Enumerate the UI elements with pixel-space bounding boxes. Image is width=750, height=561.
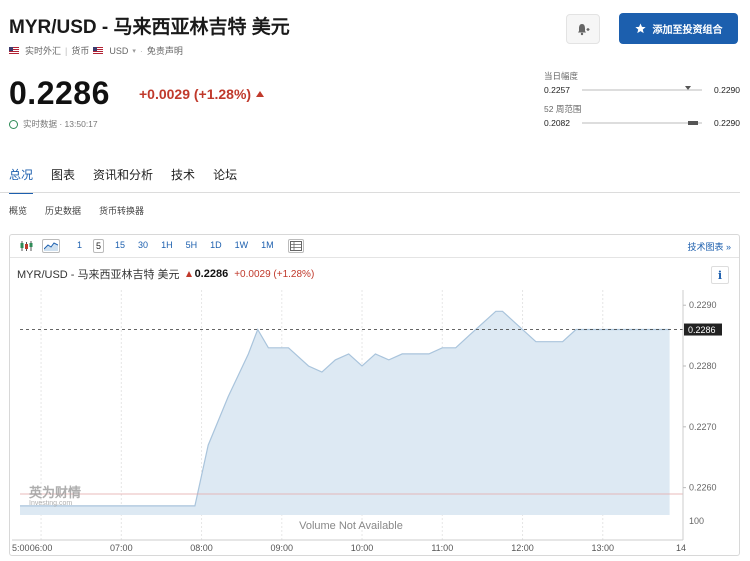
area-chart-icon[interactable] bbox=[42, 239, 60, 253]
us-flag-icon bbox=[93, 47, 104, 54]
chart-symbol: MYR/USD - 马来西亚林吉特 美元 bbox=[17, 269, 180, 281]
realtime-status: 实时数据 · 13:50:17 bbox=[9, 118, 98, 130]
y-tick-label: 0.2260 bbox=[689, 483, 717, 493]
interval-selector: 1 5 15 30 1H 5H 1D 1W 1M bbox=[66, 239, 276, 253]
interval-1w[interactable]: 1W bbox=[233, 239, 251, 253]
x-tick-label: 09:00 bbox=[271, 543, 294, 553]
x-tick-label: 12:00 bbox=[511, 543, 534, 553]
day-range-marker bbox=[684, 86, 691, 90]
day-range-label: 当日幅度 bbox=[544, 71, 579, 81]
chart-price: 0.2286 bbox=[194, 268, 229, 280]
main-tabs: 总况 图表 资讯和分析 技术 论坛 bbox=[9, 166, 237, 194]
x-tick-label: 14 bbox=[676, 543, 686, 553]
week52-range: 52 周范围 0.2082 0.2290 bbox=[544, 103, 740, 128]
subtab-overview[interactable]: 概览 bbox=[9, 204, 27, 217]
interval-1[interactable]: 1 bbox=[75, 239, 84, 253]
star-icon bbox=[634, 23, 646, 34]
advanced-chart-link[interactable]: 技术图表 » bbox=[687, 240, 731, 253]
interval-5[interactable]: 5 bbox=[93, 239, 105, 253]
price-chart[interactable]: 英为财情Investing.com 0.2290 0.2280 0.2270 0.22… bbox=[10, 282, 739, 556]
day-range: 当日幅度 0.2257 0.2290 bbox=[544, 70, 740, 95]
chart-change: +0.0029 (+1.28%) bbox=[234, 268, 315, 280]
alert-button[interactable] bbox=[566, 14, 600, 44]
x-tick-label: 5:00 bbox=[12, 543, 30, 553]
x-tick-label: 13:00 bbox=[591, 543, 614, 553]
tab-news-analysis[interactable]: 资讯和分析 bbox=[93, 166, 153, 194]
week52-range-track bbox=[582, 121, 702, 125]
x-tick-label: 11:00 bbox=[431, 543, 453, 553]
y-tick-label: 0.2280 bbox=[689, 361, 717, 371]
separator: | bbox=[65, 45, 68, 56]
interval-15[interactable]: 15 bbox=[113, 239, 127, 253]
interval-5h[interactable]: 5H bbox=[184, 239, 200, 253]
tab-chart[interactable]: 图表 bbox=[51, 166, 75, 194]
us-flag-icon bbox=[9, 47, 19, 54]
y-tick-label: 0.2290 bbox=[689, 300, 717, 310]
tab-forum[interactable]: 论坛 bbox=[213, 166, 237, 194]
week52-range-label: 52 周范围 bbox=[544, 104, 582, 114]
chevron-down-icon[interactable]: ▾ bbox=[132, 47, 136, 55]
x-tick-label: 08:00 bbox=[190, 543, 213, 553]
add-to-portfolio-button[interactable]: 添加至投资组合 bbox=[619, 13, 738, 44]
tab-technical[interactable]: 技术 bbox=[171, 166, 195, 194]
last-price: 0.2286 bbox=[9, 75, 110, 111]
table-view-icon[interactable] bbox=[287, 239, 304, 253]
disclaimer-link[interactable]: 免责声明 bbox=[147, 44, 183, 57]
watermark-logo-en: Investing.com bbox=[29, 500, 72, 507]
chart-quote-header: MYR/USD - 马来西亚林吉特 美元 0.2286 +0.0029 (+1.… bbox=[17, 266, 314, 282]
price-change: +0.0029 (+1.28%) bbox=[139, 86, 265, 102]
interval-1h[interactable]: 1H bbox=[159, 239, 175, 253]
y-tick-label: 0.2270 bbox=[689, 422, 717, 432]
current-price-tag-label: 0.2286 bbox=[688, 325, 716, 335]
realtime-data-label: 实时数据 · 13:50:17 bbox=[23, 119, 98, 129]
currency-label: 货币 bbox=[71, 46, 90, 56]
week52-range-high: 0.2290 bbox=[714, 118, 740, 128]
add-to-portfolio-label: 添加至投资组合 bbox=[652, 25, 723, 36]
price-change-value: +0.0029 (+1.28%) bbox=[139, 86, 252, 102]
tab-overview[interactable]: 总况 bbox=[9, 166, 34, 194]
watermark-logo-cn: 英为财情 bbox=[28, 485, 81, 500]
realtime-fx-label: 实时外汇 bbox=[25, 46, 62, 56]
subtab-historical-data[interactable]: 历史数据 bbox=[45, 204, 81, 217]
page-title: MYR/USD - 马来西亚林吉特 美元 bbox=[9, 17, 290, 38]
chart-toolbar: 1 5 15 30 1H 5H 1D 1W 1M 技术图表 » bbox=[10, 235, 739, 258]
volume-axis-label: 100 bbox=[689, 516, 704, 526]
sub-tabs: 概览 历史数据 货币转换器 bbox=[9, 204, 144, 217]
bell-plus-icon bbox=[578, 24, 590, 36]
quote-meta-line: 实时外汇 | 货币 USD ▾ · 免责声明 bbox=[9, 44, 183, 57]
x-tick-label: 10:00 bbox=[351, 543, 374, 553]
up-arrow-icon bbox=[185, 271, 192, 277]
x-tick-label: 07:00 bbox=[110, 543, 133, 553]
separator: · bbox=[139, 45, 143, 56]
week52-range-low: 0.2082 bbox=[544, 118, 570, 128]
day-range-track bbox=[582, 86, 702, 91]
volume-not-available: Volume Not Available bbox=[299, 520, 403, 532]
interval-30[interactable]: 30 bbox=[136, 239, 150, 253]
interval-1d[interactable]: 1D bbox=[208, 239, 224, 253]
day-range-low: 0.2257 bbox=[544, 85, 570, 95]
tabs-divider bbox=[0, 192, 740, 193]
week52-range-fill bbox=[688, 121, 699, 125]
price-area bbox=[20, 311, 670, 515]
x-tick-label: 06:00 bbox=[30, 543, 53, 553]
currency-selector[interactable]: USD bbox=[109, 46, 128, 56]
clock-icon bbox=[9, 119, 18, 129]
candlestick-icon[interactable] bbox=[18, 239, 34, 253]
interval-1m[interactable]: 1M bbox=[259, 239, 276, 253]
day-range-high: 0.2290 bbox=[714, 85, 740, 95]
subtab-currency-converter[interactable]: 货币转换器 bbox=[99, 204, 144, 217]
up-arrow-icon bbox=[256, 91, 265, 97]
